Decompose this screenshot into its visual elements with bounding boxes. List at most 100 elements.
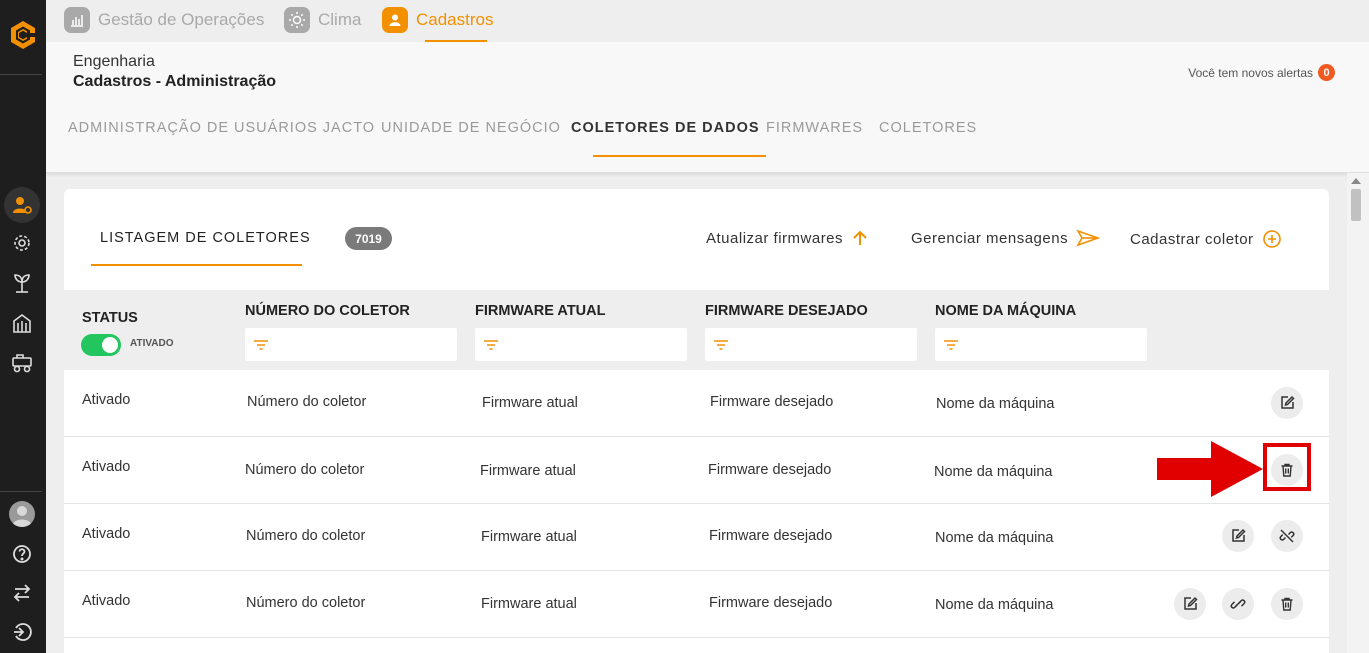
trash-icon [1281,597,1293,611]
register-collector-label: Cadastrar coletor [1130,230,1254,248]
scroll-up-arrow-icon[interactable] [1351,178,1361,184]
table-header: STATUS ATIVADO NÚMERO DO COLETOR FIRMWAR… [64,290,1329,370]
filter-icon [484,339,498,350]
column-collector-number: NÚMERO DO COLETOR [245,303,410,319]
column-status: STATUS [82,310,138,326]
status-filter-toggle[interactable] [81,334,121,356]
row-collector-number: Número do coletor [245,462,365,478]
tab-label: Cadastros [416,10,494,29]
row-status: Ativado [82,526,131,542]
silo-icon[interactable] [9,310,35,336]
row-collector-number: Número do coletor [246,595,366,611]
machine-icon[interactable] [9,350,35,376]
row-current-firmware: Firmware atual [481,529,577,545]
tab-clima[interactable]: Clima [284,6,361,34]
row-current-firmware: Firmware atual [481,596,577,612]
user-settings-icon[interactable] [9,192,35,218]
row-desired-firmware: Firmware desejado [709,528,833,544]
column-machine-name: NOME DA MÁQUINA [935,303,1077,319]
edit-button[interactable] [1174,588,1206,620]
tab-firmwares[interactable]: FIRMWARES [766,120,863,136]
row-collector-number: Número do coletor [246,528,366,544]
row-status: Ativado [82,593,131,609]
alerts-text: Você tem novos alertas [1188,65,1313,80]
row-machine-name: Nome da máquina [936,396,1055,412]
filter-icon [944,339,958,350]
tab-coletores[interactable]: COLETORES [879,120,977,136]
table-row: Ativado Número do coletor Firmware atual… [64,370,1329,437]
sun-icon [284,7,310,33]
table-row: Ativado Número do coletor Firmware atual… [64,437,1329,504]
edit-icon [1184,596,1198,610]
table-row: Ativado Número do coletor Firmware atual… [64,504,1329,571]
manage-messages-label: Gerenciar mensagens [911,229,1069,247]
page-scrollbar[interactable] [1347,173,1369,653]
left-sidebar [0,0,46,653]
scrollbar-thumb[interactable] [1351,189,1361,221]
alerts-count-badge: 0 [1318,64,1335,81]
update-firmwares-button[interactable]: Atualizar firmwares [706,229,869,247]
row-current-firmware: Firmware atual [480,463,576,479]
user-icon [382,7,408,33]
add-circle-icon [1262,230,1281,248]
filter-icon [254,339,268,350]
status-toggle-label: ATIVADO [130,338,174,349]
plant-icon[interactable] [9,270,35,296]
machine-name-filter-input[interactable] [935,328,1147,361]
edit-button[interactable] [1222,520,1254,552]
breadcrumb[interactable]: Engenharia [73,53,155,71]
active-section-underline [593,155,766,157]
alerts-notice[interactable]: Você tem novos alertas 0 [1188,64,1335,81]
column-current-firmware: FIRMWARE ATUAL [475,303,606,319]
page-header: Engenharia Cadastros - Administração Voc… [46,42,1369,173]
tab-unidade-negocio[interactable]: UNIDADE DE NEGÓCIO [381,120,561,136]
row-desired-firmware: Firmware desejado [709,595,833,611]
edit-icon [1232,528,1246,542]
sidebar-divider [0,491,42,492]
delete-button[interactable] [1271,588,1303,620]
update-firmwares-label: Atualizar firmwares [706,229,844,247]
gear-sensor-icon[interactable] [9,230,35,256]
switch-arrows-icon[interactable] [9,580,35,606]
collector-number-filter-input[interactable] [245,328,457,361]
operations-icon [64,7,90,33]
tab-gestao-operacoes[interactable]: Gestão de Operações [64,6,264,34]
tab-label: Gestão de Operações [98,10,265,29]
unlink-icon [1279,529,1295,543]
tab-label: Clima [318,10,362,29]
jacto-logo-icon[interactable] [6,18,40,52]
collector-count-badge: 7019 [345,227,392,250]
register-collector-button[interactable]: Cadastrar coletor [1130,229,1282,249]
edit-button[interactable] [1271,387,1303,419]
row-current-firmware: Firmware atual [482,395,578,411]
row-desired-firmware: Firmware desejado [708,462,832,478]
row-status: Ativado [82,392,131,408]
current-firmware-filter-input[interactable] [475,328,687,361]
page-title: Cadastros - Administração [73,73,277,90]
manage-messages-button[interactable]: Gerenciar mensagens [911,229,1101,247]
unlink-button[interactable] [1271,520,1303,552]
card-title[interactable]: LISTAGEM DE COLETORES [100,230,311,246]
logout-icon[interactable] [9,619,35,645]
collectors-card: LISTAGEM DE COLETORES 7019 Atualizar fir… [64,189,1329,653]
user-avatar[interactable] [9,501,35,527]
table-row: Ativado Número do coletor Firmware atual… [64,571,1329,638]
link-button[interactable] [1222,588,1254,620]
row-machine-name: Nome da máquina [935,597,1054,613]
annotation-arrow-icon [1157,441,1263,497]
row-desired-firmware: Firmware desejado [710,394,834,410]
edit-icon [1281,395,1295,409]
tab-cadastros[interactable]: Cadastros [382,6,493,34]
row-machine-name: Nome da máquina [934,464,1053,480]
top-navigation: Gestão de Operações Clima Cadastros [46,0,1369,42]
filter-icon [714,339,728,350]
row-status: Ativado [82,459,131,475]
tab-admin-usuarios[interactable]: ADMINISTRAÇÃO DE USUÁRIOS JACTO [68,120,375,136]
sidebar-divider [0,74,42,75]
desired-firmware-filter-input[interactable] [705,328,917,361]
annotation-highlight-box [1263,443,1311,491]
tab-coletores-dados[interactable]: COLETORES DE DADOS [571,120,760,136]
help-icon[interactable] [9,541,35,567]
arrow-up-icon [853,230,867,245]
row-collector-number: Número do coletor [247,394,367,410]
